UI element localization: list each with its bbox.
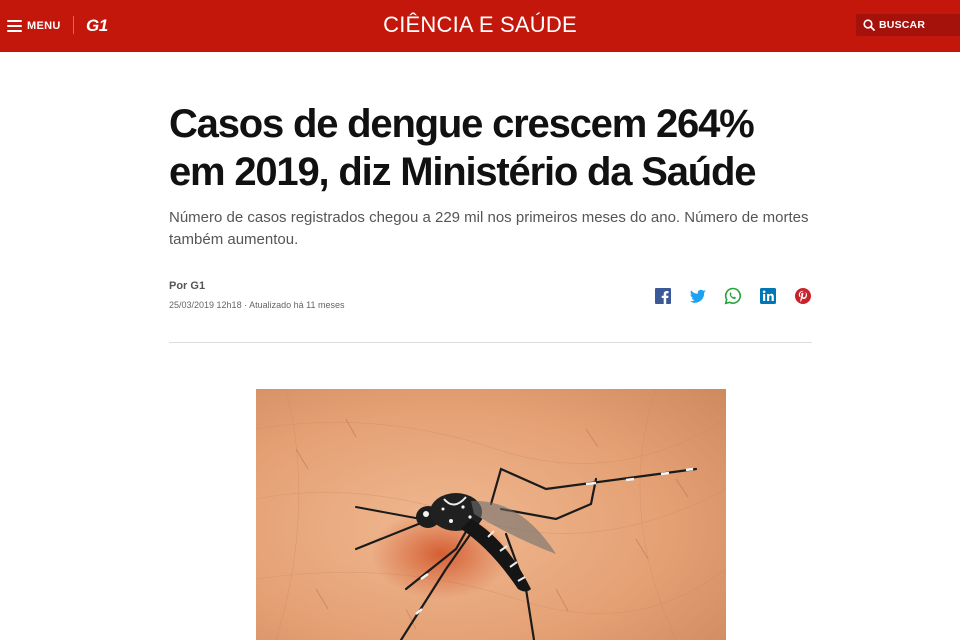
whatsapp-icon[interactable] [724, 287, 742, 305]
section-title[interactable]: CIÊNCIA E SAÚDE [0, 12, 960, 38]
article-subtitle: Número de casos registrados chegou a 229… [169, 209, 809, 248]
search-icon [863, 19, 875, 31]
facebook-icon[interactable] [654, 287, 672, 305]
linkedin-icon[interactable] [759, 287, 777, 305]
article-image [256, 389, 726, 640]
twitter-icon[interactable] [689, 287, 707, 305]
share-bar [654, 287, 812, 305]
mosquito-image [256, 389, 726, 640]
search-button[interactable]: BUSCAR [856, 14, 960, 36]
top-bar: MENU G1 CIÊNCIA E SAÚDE BUSCAR [0, 0, 960, 52]
article-byline: Por G1 [169, 280, 206, 292]
pinterest-icon[interactable] [794, 287, 812, 305]
article-divider [169, 342, 812, 343]
article-title: Casos de dengue crescem 264% em 2019, di… [169, 102, 756, 194]
article-date: 25/03/2019 12h18 · Atualizado há 11 mese… [169, 300, 345, 310]
search-label: BUSCAR [879, 19, 926, 31]
